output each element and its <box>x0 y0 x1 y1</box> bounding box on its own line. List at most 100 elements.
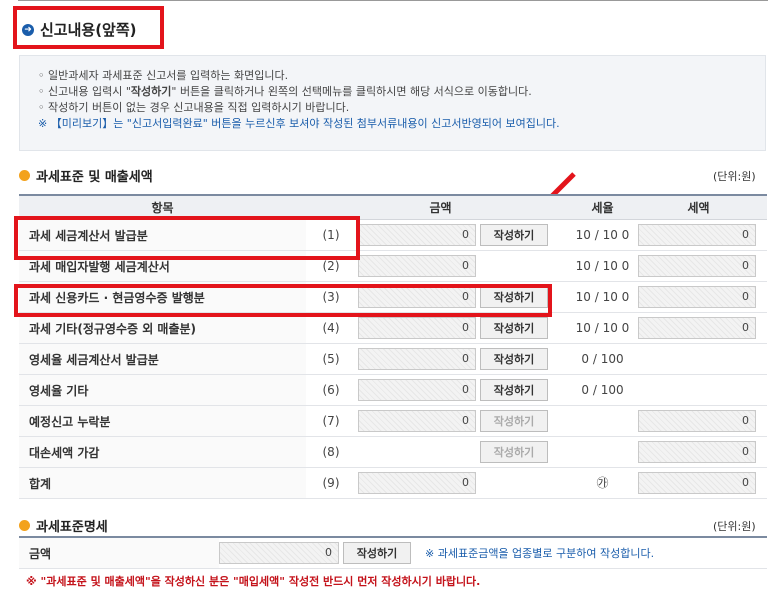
section-title: ➜ 신고내용(앞쪽) <box>22 19 137 40</box>
tax-cell: 0 <box>630 467 767 499</box>
info-line-2c: " 버튼을 클릭하거나 왼쪽의 선택메뉴를 클릭하시면 해당 서식으로 이동합니… <box>171 85 532 98</box>
amount-cell: 0 작성하기 <box>356 312 575 344</box>
warning-text: ※ "과세표준 및 매출세액"을 작성하신 분은 "매입세액" 작성전 반드시 … <box>26 575 481 588</box>
top-divider <box>18 0 768 1</box>
tax-cell: 0 <box>630 436 767 468</box>
standard-amount-input[interactable]: 0 <box>219 542 339 564</box>
row-number: (3) <box>306 281 356 313</box>
amount-input[interactable]: 0 <box>358 410 476 432</box>
info-box: ◦ 일반과세자 과세표준 신고서를 입력하는 화면입니다. ◦ 신고내용 입력시… <box>19 55 766 151</box>
row-item-label: 대손세액 가감 <box>19 436 306 468</box>
tax-cell: 0 <box>630 281 767 313</box>
row-item-label: 과세 기타(정규영수증 외 매출분) <box>19 312 306 344</box>
row-item-label: 합계 <box>19 467 306 499</box>
amount-cell: 0 <box>356 250 575 282</box>
amount-input[interactable]: 0 <box>358 224 476 246</box>
row-number: (5) <box>306 343 356 375</box>
write-button[interactable]: 작성하기 <box>480 286 548 308</box>
col-header-rate: 세율 <box>575 194 630 220</box>
standard-unit: (단위:원) <box>713 520 756 533</box>
write-button[interactable]: 작성하기 <box>480 317 548 339</box>
standard-note: ※ 과세표준금액을 업종별로 구분하여 작성합니다. <box>425 547 655 560</box>
tax-input[interactable]: 0 <box>638 317 756 339</box>
write-button[interactable]: 작성하기 <box>480 224 548 246</box>
arrow-circle-icon: ➜ <box>22 23 34 36</box>
tax-input[interactable]: 0 <box>638 472 756 494</box>
row-item-label: 과세 신용카드 · 현금영수증 발행분 <box>19 281 306 313</box>
amount-input[interactable]: 0 <box>358 255 476 277</box>
amount-cell: 0 작성하기 <box>356 405 575 437</box>
info-line-3: 작성하기 버튼이 없는 경우 신고내용을 직접 입력하시기 바랍니다. <box>48 101 350 114</box>
tax-cell: 0 <box>630 250 767 282</box>
tax-input[interactable]: 0 <box>638 441 756 463</box>
amount-input[interactable]: 0 <box>358 379 476 401</box>
info-line-2a: 신고내용 입력시 " <box>48 85 131 98</box>
rate-cell <box>575 405 630 437</box>
table-row: 과세 신용카드 · 현금영수증 발행분 (3) 0 작성하기 10 / 10 00 <box>19 281 767 313</box>
col-header-amount: 금액 <box>306 194 575 220</box>
write-button[interactable]: 작성하기 <box>480 348 548 370</box>
amount-cell: 0 작성하기 <box>356 374 575 406</box>
table-row: 과세 매입자발행 세금계산서 (2) 0 10 / 10 00 <box>19 250 767 282</box>
section-title-text: 신고내용(앞쪽) <box>40 21 137 39</box>
row-number: (2) <box>306 250 356 282</box>
tax-cell: 0 <box>630 219 767 251</box>
info-line: ◦ 신고내용 입력시 "작성하기" 버튼을 클릭하거나 왼쪽의 선택메뉴를 클릭… <box>38 85 532 98</box>
row-number: (6) <box>306 374 356 406</box>
standard-title-text: 과세표준명세 <box>36 520 108 535</box>
table-row: 대손세액 가감 (8) 작성하기 0 <box>19 436 767 468</box>
sales-title: 과세표준 및 매출세액 <box>19 166 153 185</box>
tax-input[interactable]: 0 <box>638 410 756 432</box>
rate-cell: 10 / 10 0 <box>575 219 630 251</box>
tax-input[interactable]: 0 <box>638 286 756 308</box>
amount-cell: 작성하기 <box>356 436 575 468</box>
col-header-tax: 세액 <box>630 194 767 220</box>
row-item-label: 과세 세금계산서 발급분 <box>19 219 306 251</box>
amount-cell: 0 <box>356 467 575 499</box>
amount-input[interactable]: 0 <box>358 286 476 308</box>
tax-input[interactable]: 0 <box>638 224 756 246</box>
write-button[interactable]: 작성하기 <box>480 441 548 463</box>
info-line-2-bold: 작성하기 <box>130 85 172 98</box>
table-row: 영세율 세금계산서 발급분 (5) 0 작성하기 0 / 100 <box>19 343 767 375</box>
amount-cell: 0 작성하기 <box>356 219 575 251</box>
sales-table: 항목 금액 세율 세액 과세 세금계산서 발급분 (1) 0 작성하기 10 / 10 … <box>19 194 767 499</box>
tax-cell <box>630 374 767 406</box>
sales-unit: (단위:원) <box>713 170 756 183</box>
standard-title: 과세표준명세 <box>19 516 108 535</box>
write-button[interactable]: 작성하기 <box>480 410 548 432</box>
bullet-icon <box>19 520 30 531</box>
row-item-label: 영세율 기타 <box>19 374 306 406</box>
tax-cell: 0 <box>630 312 767 344</box>
row-item-label: 예정신고 누락분 <box>19 405 306 437</box>
rate-cell: 0 / 100 <box>575 343 630 375</box>
standard-label: 금액 <box>19 538 219 568</box>
table-row: 예정신고 누락분 (7) 0 작성하기 0 <box>19 405 767 437</box>
amount-input[interactable]: 0 <box>358 472 476 494</box>
amount-input[interactable]: 0 <box>358 317 476 339</box>
amount-cell: 0 작성하기 <box>356 281 575 313</box>
amount-cell: 0 작성하기 <box>356 343 575 375</box>
write-button[interactable]: 작성하기 <box>480 379 548 401</box>
rate-cell <box>575 436 630 468</box>
col-header-item: 항목 <box>19 194 306 220</box>
tax-cell <box>630 343 767 375</box>
amount-input[interactable]: 0 <box>358 348 476 370</box>
sales-title-text: 과세표준 및 매출세액 <box>36 170 153 185</box>
info-line-1: 일반과세자 과세표준 신고서를 입력하는 화면입니다. <box>48 69 289 82</box>
bullet-icon <box>19 170 30 181</box>
rate-cell: 10 / 10 0 <box>575 250 630 282</box>
info-line: ◦ 작성하기 버튼이 없는 경우 신고내용을 직접 입력하시기 바랍니다. <box>38 101 350 114</box>
table-row: 합계 (9) 0 ㉮ 0 <box>19 467 767 499</box>
tax-input[interactable]: 0 <box>638 255 756 277</box>
table-row: 영세율 기타 (6) 0 작성하기 0 / 100 <box>19 374 767 406</box>
standard-write-button[interactable]: 작성하기 <box>343 542 411 564</box>
info-line-4: ※ 【미리보기】는 "신고서입력완료" 버튼을 누르신후 보셔야 작성된 첨부서… <box>38 117 560 130</box>
table-row: 과세 기타(정규영수증 외 매출분) (4) 0 작성하기 10 / 10 00 <box>19 312 767 344</box>
row-item-label: 영세율 세금계산서 발급분 <box>19 343 306 375</box>
rate-cell: 10 / 10 0 <box>575 312 630 344</box>
row-number: (9) <box>306 467 356 499</box>
info-line: ◦ 일반과세자 과세표준 신고서를 입력하는 화면입니다. <box>38 69 289 82</box>
tax-cell: 0 <box>630 405 767 437</box>
rate-cell: 0 / 100 <box>575 374 630 406</box>
